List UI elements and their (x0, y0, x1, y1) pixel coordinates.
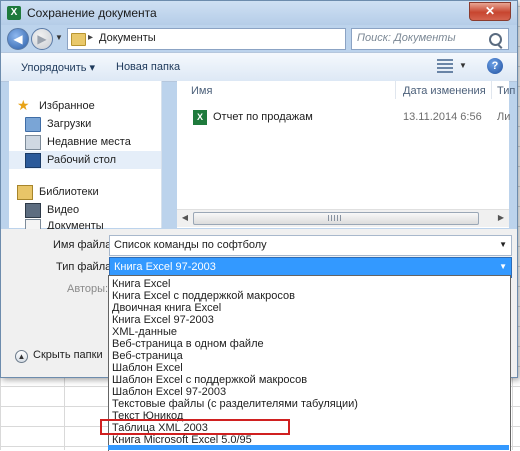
filename-input[interactable]: Список команды по софтболу ▼ (109, 235, 512, 256)
hide-folders-label: Скрыть папки (33, 349, 103, 361)
authors-label: Авторы: (67, 283, 109, 295)
recent-places-icon (25, 135, 41, 150)
sidebar-item-label: Рабочий стол (47, 154, 117, 166)
help-icon[interactable]: ? (487, 58, 503, 74)
sidebar-item-label: Видео (47, 204, 80, 216)
sidebar-item-downloads[interactable]: Загрузки (9, 115, 161, 133)
file-date: 13.11.2014 6:56 (403, 111, 482, 123)
star-icon: ★ (17, 97, 30, 113)
file-row[interactable]: X Отчет по продажам 13.11.2014 6:56 Ли (185, 109, 510, 127)
column-header-name[interactable]: Имя (191, 85, 212, 97)
scrollbar-thumb[interactable] (193, 212, 479, 225)
navigation-bar: ◀ ▶ ▼ ▸ Документы ▼ ⇆ Поиск: Документы (1, 25, 517, 51)
search-icon[interactable] (489, 33, 502, 46)
filetype-value: Книга Excel 97-2003 (114, 261, 216, 273)
filetype-option[interactable]: Шаблон Excel с поддержкой макросов (112, 374, 307, 386)
sidebar-item-label: Загрузки (47, 118, 92, 130)
video-icon (25, 203, 41, 218)
sidebar-item-label: Недавние места (47, 136, 131, 148)
filetype-option[interactable]: Шаблон Excel 97-2003 (112, 386, 226, 398)
sidebar-item-favorites[interactable]: ★ Избранное (9, 97, 161, 115)
scrollbar-grip (328, 215, 342, 221)
column-header-type[interactable]: Тип (497, 85, 515, 97)
breadcrumb-separator[interactable]: ▸ (88, 32, 93, 43)
search-placeholder: Поиск: Документы (357, 32, 456, 44)
selected-option-strip (108, 445, 509, 450)
filetype-option[interactable]: Книга Excel (112, 278, 170, 290)
sidebar-item-label: Избранное (39, 100, 95, 112)
filename-value: Список команды по софтболу (114, 239, 267, 251)
forward-button[interactable]: ▶ (31, 28, 53, 50)
filename-dropdown-icon[interactable]: ▼ (499, 240, 507, 249)
search-input[interactable]: Поиск: Документы (351, 28, 509, 50)
column-header-date[interactable]: Дата изменения (403, 85, 486, 97)
view-dropdown-icon[interactable]: ▼ (459, 61, 467, 70)
toolbar: Упорядочить ▾ Новая папка ▼ ? (1, 52, 517, 82)
new-folder-button[interactable]: Новая папка (116, 61, 180, 73)
filetype-dropdown-icon[interactable]: ▼ (499, 262, 507, 271)
sidebar-item-recent-places[interactable]: Недавние места (9, 133, 161, 151)
file-name: Отчет по продажам (213, 111, 313, 123)
desktop-icon (25, 153, 41, 168)
filetype-option[interactable]: Шаблон Excel (112, 362, 183, 374)
filetype-option[interactable]: Книга Excel с поддержкой макросов (112, 290, 295, 302)
filename-label: Имя файла: (53, 239, 115, 251)
recent-pages-dropdown-icon[interactable]: ▼ (55, 33, 63, 42)
filetype-option[interactable]: Веб-страница в одном файле (112, 338, 264, 350)
filetype-option[interactable]: Веб-страница (112, 350, 183, 362)
sidebar-item-desktop[interactable]: Рабочий стол (9, 151, 161, 169)
title-bar: X Сохранение документа ✕ (1, 1, 517, 25)
address-bar[interactable]: ▸ Документы ▼ ⇆ (67, 28, 404, 50)
excel-app-icon: X (7, 6, 21, 20)
breadcrumb-documents[interactable]: Документы (99, 32, 156, 44)
back-button[interactable]: ◀ (7, 28, 29, 50)
downloads-icon (25, 117, 41, 132)
navigation-pane: ★ Избранное Загрузки Недавние места Рабо… (9, 81, 162, 234)
excel-file-icon: X (193, 110, 207, 125)
file-type: Ли (497, 111, 511, 123)
column-separator[interactable] (491, 81, 492, 99)
collapse-icon: ▲ (15, 350, 28, 363)
scroll-left-icon[interactable]: ◀ (179, 213, 191, 222)
file-list: Имя Дата изменения Тип X Отчет по продаж… (177, 81, 515, 228)
organize-button[interactable]: Упорядочить ▾ (21, 61, 95, 74)
close-button[interactable]: ✕ (469, 2, 511, 21)
filetype-option[interactable]: XML-данные (112, 326, 177, 338)
sidebar-item-label: Библиотеки (39, 186, 99, 198)
window-title: Сохранение документа (27, 6, 157, 20)
highlight-box (100, 419, 290, 435)
column-separator[interactable] (395, 81, 396, 99)
libraries-icon (17, 185, 33, 200)
filetype-option[interactable]: Текстовые файлы (с разделителями табуляц… (112, 398, 358, 410)
view-options-icon[interactable] (437, 59, 453, 73)
folder-icon (71, 33, 86, 46)
filetype-label: Тип файла: (56, 261, 115, 273)
filetype-option[interactable]: Книга Excel 97-2003 (112, 314, 214, 326)
sidebar-item-libraries[interactable]: Библиотеки (9, 183, 161, 201)
filetype-option[interactable]: Двоичная книга Excel (112, 302, 221, 314)
scroll-right-icon[interactable]: ▶ (495, 213, 507, 222)
horizontal-scrollbar[interactable]: ◀ ▶ (177, 209, 509, 227)
